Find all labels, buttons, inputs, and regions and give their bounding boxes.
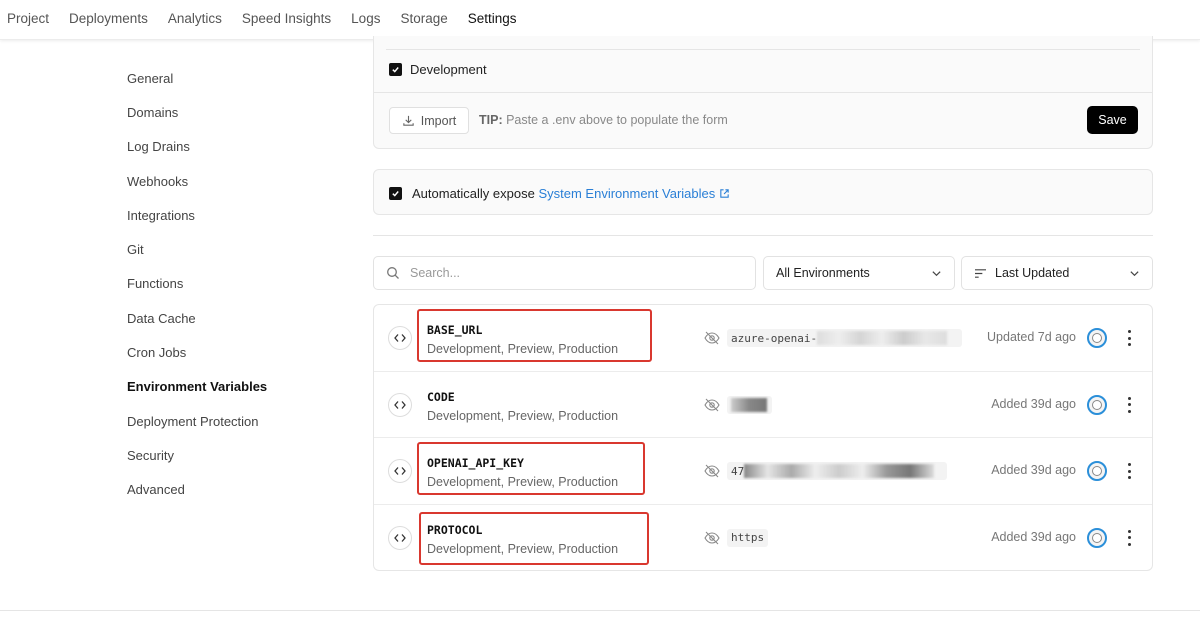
redacted-value — [744, 464, 935, 478]
sidebar-item-cron-jobs[interactable]: Cron Jobs — [127, 335, 347, 369]
env-variable-row[interactable]: OPENAI_API_KEY Development, Preview, Pro… — [374, 438, 1152, 505]
updated-text: Updated 7d ago — [987, 330, 1076, 344]
tab-storage[interactable]: Storage — [400, 0, 447, 40]
updated-text: Added 39d ago — [991, 396, 1076, 411]
avatar — [1087, 461, 1107, 481]
env-variable-row[interactable]: BASE_URL Development, Preview, Productio… — [374, 305, 1152, 372]
sidebar-item-data-cache[interactable]: Data Cache — [127, 301, 347, 335]
updated-text: Added 39d ago — [991, 529, 1076, 544]
variable-value — [727, 395, 772, 414]
variable-value: https — [727, 528, 769, 547]
variable-environments: Development, Preview, Production — [427, 342, 619, 356]
chevron-down-icon — [1130, 270, 1139, 276]
external-link-icon — [720, 189, 729, 198]
development-checkbox[interactable] — [389, 63, 402, 76]
tip-prefix: TIP: — [479, 113, 503, 127]
variable-name: BASE_URL — [427, 323, 483, 337]
top-nav: Project Deployments Analytics Speed Insi… — [0, 0, 1200, 40]
tab-logs[interactable]: Logs — [351, 0, 380, 40]
expose-checkbox[interactable] — [389, 187, 402, 200]
footer-divider — [0, 610, 1200, 611]
sidebar-item-security[interactable]: Security — [127, 438, 347, 472]
chevron-down-icon — [932, 270, 941, 276]
download-icon — [403, 115, 414, 126]
sort-icon — [975, 268, 986, 278]
more-menu-icon[interactable] — [1124, 529, 1134, 546]
updated-text: Added 39d ago — [991, 463, 1076, 477]
save-button[interactable]: Save — [1087, 106, 1138, 134]
redacted-value — [731, 397, 767, 412]
variable-value-text: azure-openai- — [731, 331, 818, 345]
highlight-box — [419, 511, 649, 565]
eye-off-icon[interactable] — [704, 464, 720, 478]
variable-environments: Development, Preview, Production — [427, 475, 619, 489]
sidebar-item-log-drains[interactable]: Log Drains — [127, 130, 347, 164]
code-icon — [388, 459, 412, 483]
import-button[interactable]: Import — [389, 107, 469, 134]
variable-name: PROTOCOL — [427, 522, 483, 537]
search-input[interactable] — [410, 266, 710, 280]
eye-off-icon[interactable] — [704, 398, 720, 412]
sort-select[interactable]: Last Updated — [961, 256, 1153, 290]
tab-speed-insights[interactable]: Speed Insights — [242, 0, 331, 40]
variable-value: 47 — [727, 462, 947, 480]
sidebar-item-functions[interactable]: Functions — [127, 267, 347, 301]
env-variable-row[interactable]: CODE Development, Preview, Production Ad… — [374, 372, 1152, 438]
redacted-value — [817, 331, 948, 345]
variable-environments: Development, Preview, Production — [427, 408, 619, 423]
sidebar-item-environment-variables[interactable]: Environment Variables — [127, 370, 347, 404]
eye-off-icon[interactable] — [704, 331, 720, 345]
sort-select-value: Last Updated — [995, 266, 1070, 280]
code-icon — [388, 392, 412, 417]
sidebar-item-integrations[interactable]: Integrations — [127, 198, 347, 232]
tab-analytics[interactable]: Analytics — [168, 0, 222, 40]
import-label: Import — [420, 113, 457, 128]
avatar — [1087, 328, 1107, 348]
sidebar-item-deployment-protection[interactable]: Deployment Protection — [127, 404, 347, 438]
tip-body: Paste a .env above to populate the form — [506, 113, 728, 127]
variable-environments: Development, Preview, Production — [427, 541, 619, 556]
variable-name: OPENAI_API_KEY — [427, 456, 524, 470]
search-box[interactable] — [373, 256, 756, 290]
more-menu-icon[interactable] — [1124, 463, 1134, 479]
sidebar-item-domains[interactable]: Domains — [127, 95, 347, 129]
check-icon — [392, 67, 399, 73]
code-icon — [388, 525, 412, 550]
avatar — [1087, 527, 1107, 548]
section-divider — [373, 235, 1153, 236]
tab-project[interactable]: Project — [7, 0, 49, 40]
tab-settings[interactable]: Settings — [467, 0, 517, 40]
variable-value: azure-openai- — [727, 329, 962, 347]
environment-select-value: All Environments — [776, 266, 870, 280]
sidebar-item-general[interactable]: General — [127, 61, 347, 95]
divider — [374, 92, 1152, 93]
settings-sidebar: General Domains Log Drains Webhooks Inte… — [127, 61, 347, 507]
sidebar-item-webhooks[interactable]: Webhooks — [127, 164, 347, 198]
eye-off-icon[interactable] — [704, 531, 720, 545]
variable-value-text: 47 — [731, 464, 745, 478]
more-menu-icon[interactable] — [1124, 330, 1134, 346]
env-variable-row[interactable]: PROTOCOL Development, Preview, Productio… — [374, 505, 1152, 572]
variable-name: CODE — [427, 389, 455, 404]
environment-select[interactable]: All Environments — [763, 256, 955, 290]
search-icon — [387, 267, 399, 279]
avatar — [1087, 394, 1107, 415]
expose-label: Automatically expose — [412, 186, 535, 201]
variable-value-text: https — [731, 531, 765, 544]
development-label: Development — [410, 62, 487, 77]
check-icon — [392, 191, 399, 197]
tip-text: TIP: Paste a .env above to populate the … — [479, 113, 728, 127]
more-menu-icon[interactable] — [1124, 396, 1134, 413]
env-variable-list: BASE_URL Development, Preview, Productio… — [373, 304, 1153, 571]
system-env-vars-link[interactable]: System Environment Variables — [538, 186, 730, 201]
tab-deployments[interactable]: Deployments — [69, 0, 148, 40]
divider — [386, 49, 1140, 50]
sidebar-item-advanced[interactable]: Advanced — [127, 473, 347, 507]
sidebar-item-git[interactable]: Git — [127, 232, 347, 266]
code-icon — [388, 326, 412, 350]
system-env-vars-link-text: System Environment Variables — [538, 186, 716, 201]
expose-system-vars-panel: Automatically expose System Environment … — [373, 169, 1153, 215]
add-variable-form: Development Import TIP: Paste a .env abo… — [373, 36, 1153, 149]
